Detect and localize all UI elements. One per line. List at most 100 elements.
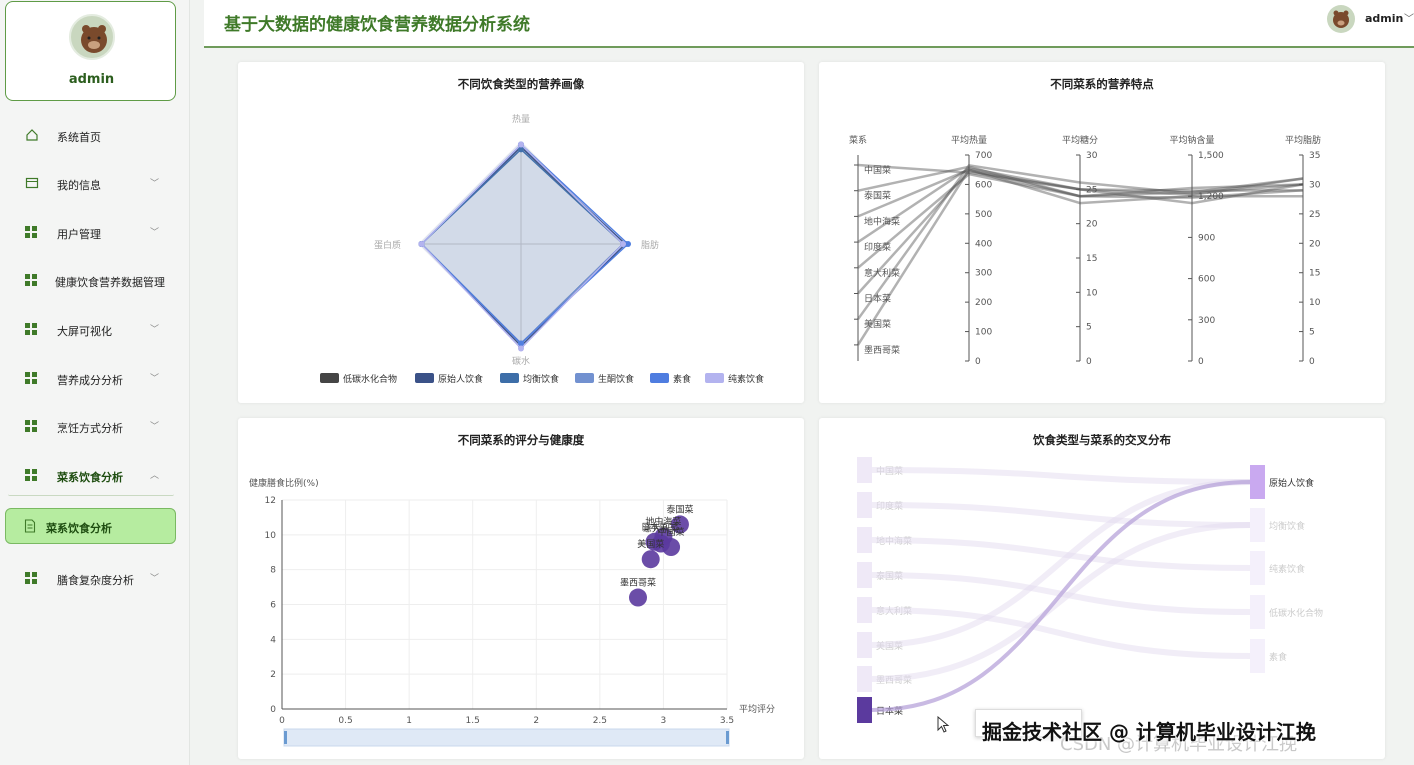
scatter-y-tick-label: 10 — [265, 531, 277, 541]
sankey-node-right — [1250, 595, 1265, 629]
scatter-chart-panel: 不同菜系的评分与健康度 0 2 4 6 8 10 12 0 0.5 1 1.5 2 2.5 3 3.5 健康膳… — [238, 418, 804, 759]
sankey-node-label: 低碳水化合物 — [1269, 607, 1323, 619]
scatter-y-axis-label: 健康膳食比例(%) — [249, 477, 319, 489]
grid-icon — [25, 225, 39, 239]
parallel-tick-label: 5 — [1309, 328, 1315, 338]
profile-name: admin — [68, 72, 115, 87]
scatter-y-tick-label: 4 — [270, 635, 276, 645]
legend-label: 素食 — [673, 373, 691, 385]
chevron-down-icon: ﹀ — [150, 422, 160, 432]
radar-indicator-label: 碳水 — [512, 355, 530, 367]
scatter-point — [641, 550, 660, 569]
sidebar-item-user-management[interactable]: 用户管理 ﹀ — [0, 218, 190, 248]
sidebar-subitem-label: 菜系饮食分析 — [46, 522, 112, 535]
sankey-link — [871, 502, 1251, 528]
parallel-tick-label: 25 — [1309, 210, 1320, 220]
scatter-y-tick-label: 12 — [265, 496, 276, 506]
card-icon — [25, 176, 39, 190]
scatter-x-tick-label: 1 — [406, 716, 412, 726]
parallel-tick-label: 0 — [1086, 357, 1092, 367]
parallel-axis-name: 平均钠含量 — [1169, 134, 1214, 146]
data-zoom-handle-left — [284, 731, 287, 744]
sidebar-item-big-screen[interactable]: 大屏可视化 ﹀ — [0, 315, 190, 345]
scatter-x-tick-label: 2.5 — [593, 716, 607, 726]
sankey-node-right — [1250, 508, 1265, 542]
parallel-tick-label: 0 — [1198, 357, 1204, 367]
sankey-node-right — [1250, 551, 1265, 585]
parallel-chart-panel: 不同菜系的营养特点 菜系 中国菜 泰国菜 地中海菜 印度菜 意大利菜 日本菜 美国菜 墨西哥菜平… — [819, 62, 1385, 403]
sidebar-item-data-management[interactable]: 健康饮食营养数据管理 — [0, 266, 190, 296]
scatter-y-tick-label: 8 — [270, 566, 276, 576]
chevron-down-icon[interactable]: ﹀ — [1404, 10, 1414, 25]
radar-chart: 热量脂肪碳水 蛋白质低碳水化合物 原始人饮食 均衡饮食 生酮饮食 素食 纯素饮食 — [320, 113, 764, 385]
sidebar-item-label: 系统首页 — [57, 131, 101, 144]
sidebar-item-nutrient-analysis[interactable]: 营养成分分析 ﹀ — [0, 364, 190, 394]
scatter-point-label: 意大利菜 — [643, 523, 679, 535]
parallel-tick-label: 5 — [1086, 323, 1092, 333]
sidebar-item-cooking-analysis[interactable]: 烹饪方式分析 ﹀ — [0, 412, 190, 442]
scatter-y-tick-label: 2 — [270, 670, 276, 680]
legend-swatch — [575, 373, 594, 383]
legend-label: 原始人饮食 — [438, 373, 483, 385]
grid-icon — [25, 419, 39, 433]
sankey-node-left — [857, 527, 872, 553]
parallel-tick-label: 1,500 — [1198, 151, 1224, 161]
parallel-tick-label: 15 — [1309, 269, 1320, 279]
sankey-chart: 中国菜印度菜地中海菜泰国菜意大利菜美国菜墨西哥菜日本菜原始人饮食均衡饮食纯素饮食… — [857, 457, 1323, 723]
sankey-link — [871, 467, 1251, 485]
sidebar-item-my-info[interactable]: 我的信息 ﹀ — [0, 169, 190, 199]
app-title: 基于大数据的健康饮食营养数据分析系统 — [224, 15, 530, 35]
parallel-category-label: 墨西哥菜 — [864, 344, 900, 356]
radar-data-point — [518, 141, 524, 148]
scatter-point — [629, 588, 647, 607]
sidebar-item-home[interactable]: 系统首页 — [0, 121, 190, 151]
scatter-x-tick-label: 3.5 — [720, 716, 734, 726]
chevron-down-icon: ﹀ — [150, 228, 160, 238]
sidebar-item-cuisine-analysis[interactable]: 菜系饮食分析 ︿ — [0, 461, 190, 491]
sidebar: admin 系统首页 我的信息 ﹀ 用户管理 ﹀ 健康饮食营养数据管理 大屏可视… — [0, 0, 190, 765]
grid-icon — [25, 371, 39, 385]
radar-data-point — [518, 345, 524, 352]
radar-indicator-label: 蛋白质 — [374, 239, 401, 251]
sankey-node-left — [857, 597, 872, 623]
parallel-tick-label: 700 — [975, 151, 992, 161]
radar-indicator-label: 热量 — [512, 113, 530, 125]
scatter-x-tick-label: 3 — [661, 716, 667, 726]
radar-data-point — [418, 241, 425, 247]
parallel-axis-name: 平均脂肪 — [1285, 134, 1321, 146]
sidebar-item-label: 营养成分分析 — [57, 374, 123, 387]
parallel-tick-label: 600 — [1198, 275, 1215, 285]
parallel-category-label: 泰国菜 — [864, 190, 891, 202]
watermark-text: 掘金技术社区 @ 计算机毕业设计江挽 — [982, 720, 1316, 744]
grid-icon — [25, 273, 39, 287]
parallel-tick-label: 600 — [975, 180, 992, 190]
sankey-node-left — [857, 632, 872, 658]
scatter-x-tick-label: 0 — [279, 716, 285, 726]
sidebar-item-label: 健康饮食营养数据管理 — [55, 276, 165, 289]
legend-label: 生酮饮食 — [598, 373, 634, 385]
sankey-node-label: 原始人饮食 — [1269, 477, 1314, 489]
sidebar-item-diet-complexity[interactable]: 膳食复杂度分析 ﹀ — [0, 564, 190, 594]
scatter-chart: 0 2 4 6 8 10 12 0 0.5 1 1.5 2 2.5 3 3.5 健康膳食比例(%) 平均评分 泰国… — [249, 477, 775, 747]
sankey-node-label: 均衡饮食 — [1269, 520, 1305, 532]
user-name[interactable]: admin — [1365, 12, 1403, 25]
chevron-up-icon: ︿ — [150, 471, 160, 481]
parallel-tick-label: 0 — [1309, 357, 1315, 367]
scatter-x-axis-label: 平均评分 — [739, 703, 775, 715]
top-header: 基于大数据的健康饮食营养数据分析系统 admin ﹀ — [204, 0, 1414, 48]
legend-swatch — [650, 373, 669, 383]
avatar[interactable] — [69, 14, 115, 60]
sankey-chart-panel: 饮食类型与菜系的交叉分布 中国菜 印度菜 地中海菜 泰国菜 意大利菜 美国菜 墨西哥菜 日本菜… — [819, 418, 1385, 759]
grid-icon — [25, 468, 39, 482]
user-avatar[interactable] — [1327, 5, 1355, 33]
legend-swatch — [705, 373, 724, 383]
data-zoom-slider — [283, 728, 730, 747]
parallel-axis-name: 菜系 — [849, 134, 867, 146]
radar-data-point — [620, 241, 627, 247]
sankey-node-left — [857, 697, 872, 723]
parallel-tick-label: 500 — [975, 210, 992, 220]
sankey-node-left — [857, 457, 872, 483]
sidebar-subitem-cuisine-diet[interactable]: 菜系饮食分析 — [5, 508, 176, 544]
submenu-divider — [8, 494, 174, 496]
chevron-down-icon: ﹀ — [150, 374, 160, 384]
